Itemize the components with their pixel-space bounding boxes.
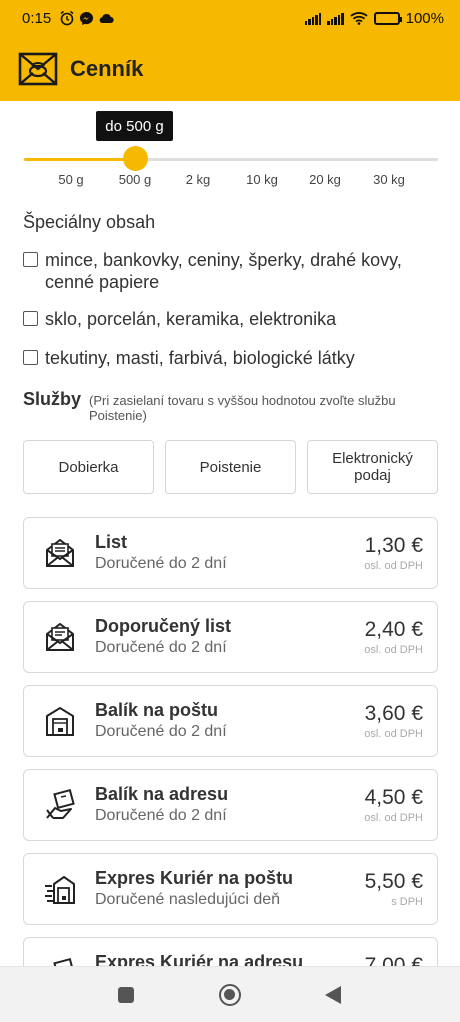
service-name: Balík na poštu bbox=[95, 700, 219, 720]
price-value: 1,30 € bbox=[364, 534, 423, 557]
vat-note: osl. od DPH bbox=[364, 812, 423, 824]
price-value: 5,50 € bbox=[364, 870, 423, 893]
vat-note: osl. od DPH bbox=[364, 728, 423, 740]
special-content-option[interactable]: tekutiny, masti, farbivá, biologické lát… bbox=[23, 347, 443, 369]
alarm-icon bbox=[60, 10, 74, 26]
special-content-option[interactable]: mince, bankovky, ceniny, šperky, drahé k… bbox=[23, 249, 443, 293]
status-system-icons: 100% bbox=[304, 9, 444, 27]
special-content-title: Špeciálny obsah bbox=[23, 212, 156, 232]
price-value: 3,60 € bbox=[364, 702, 423, 725]
battery-icon bbox=[373, 11, 402, 25]
slider-thumb[interactable] bbox=[123, 146, 148, 171]
vat-note: osl. od DPH bbox=[364, 560, 423, 572]
app-header: Cenník bbox=[0, 36, 460, 101]
battery-text: 100% bbox=[405, 9, 444, 27]
special-content-option[interactable]: sklo, porcelán, keramika, elektronika bbox=[23, 308, 443, 330]
price-card-registered-letter[interactable]: Doporučený list Doručené do 2 dní 2,40 €… bbox=[23, 601, 438, 673]
wifi-icon bbox=[350, 12, 368, 25]
slider-ticks: 50 g 500 g 2 kg 10 kg 20 kg 30 kg bbox=[0, 172, 460, 192]
page-title: Cenník bbox=[70, 55, 144, 81]
slider-tick-label[interactable]: 2 kg bbox=[186, 172, 211, 187]
weight-slider[interactable]: do 500 g 50 g 500 g 2 kg 10 kg 20 kg 30 kg bbox=[0, 108, 460, 198]
service-name: List bbox=[95, 532, 128, 552]
recents-icon[interactable] bbox=[118, 987, 134, 1003]
delivery-time: Doručené do 2 dní bbox=[95, 639, 227, 656]
services-buttons: Dobierka Poistenie Elektronický podaj bbox=[23, 440, 438, 494]
delivery-time: Doručené do 2 dní bbox=[95, 555, 227, 572]
insurance-button[interactable]: Poistenie bbox=[165, 440, 296, 494]
slider-track[interactable] bbox=[24, 158, 438, 161]
signal-2-icon bbox=[327, 12, 344, 25]
system-navigation-bar bbox=[0, 966, 460, 1022]
checkbox[interactable] bbox=[23, 350, 38, 365]
warehouse-icon bbox=[46, 706, 74, 736]
status-time: 0:15 bbox=[22, 9, 52, 27]
delivery-time: Doručené do 2 dní bbox=[95, 723, 227, 740]
delivery-time: Doručené do 2 dní bbox=[95, 807, 227, 824]
slovak-post-logo-icon[interactable] bbox=[18, 51, 58, 87]
express-warehouse-icon bbox=[45, 875, 75, 904]
checkbox[interactable] bbox=[23, 252, 38, 267]
slider-fill bbox=[24, 158, 135, 161]
checkbox-label: tekutiny, masti, farbivá, biologické lát… bbox=[45, 348, 355, 368]
cash-on-delivery-button[interactable]: Dobierka bbox=[23, 440, 154, 494]
status-notification-icons bbox=[59, 10, 114, 26]
status-bar: 0:15 100% bbox=[0, 0, 460, 36]
services-note: (Pri zasielaní tovaru s vyššou hodnotou … bbox=[89, 393, 396, 423]
price-card-parcel-to-address[interactable]: Balík na adresu Doručené do 2 dní 4,50 €… bbox=[23, 769, 438, 841]
messenger-icon bbox=[80, 11, 94, 25]
home-icon[interactable] bbox=[219, 984, 241, 1006]
slider-value-tooltip: do 500 g bbox=[96, 111, 173, 141]
services-title: Služby bbox=[23, 389, 82, 409]
checkbox-label: sklo, porcelán, keramika, elektronika bbox=[45, 309, 337, 329]
service-name: Balík na adresu bbox=[95, 784, 229, 804]
price-card-parcel-to-post[interactable]: Balík na poštu Doručené do 2 dní 3,60 € … bbox=[23, 685, 438, 757]
slider-tick-label[interactable]: 20 kg bbox=[309, 172, 341, 187]
slider-tick-label[interactable]: 500 g bbox=[119, 172, 152, 187]
vat-note: s DPH bbox=[391, 896, 423, 908]
service-name: Doporučený list bbox=[95, 616, 232, 636]
envelope-icon bbox=[46, 538, 74, 567]
price-value: 2,40 € bbox=[364, 618, 423, 641]
cloud-icon bbox=[99, 13, 114, 24]
price-card-list[interactable]: List Doručené do 2 dní 1,30 € osl. od DP… bbox=[23, 517, 438, 589]
delivery-time: Doručené nasledujúci deň bbox=[95, 891, 281, 908]
price-value: 4,50 € bbox=[364, 786, 423, 809]
checkbox-label: mince, bankovky, ceniny, šperky, drahé k… bbox=[45, 250, 402, 292]
slider-tick-label[interactable]: 30 kg bbox=[373, 172, 405, 187]
registered-envelope-icon bbox=[46, 622, 74, 651]
services-header: Služby (Pri zasielaní tovaru s vyššou ho… bbox=[23, 388, 443, 423]
checkbox[interactable] bbox=[23, 311, 38, 326]
price-card-express-to-post[interactable]: Expres Kuriér na poštu Doručené nasleduj… bbox=[23, 853, 438, 925]
electronic-submission-button[interactable]: Elektronický podaj bbox=[307, 440, 438, 494]
signal-icon bbox=[304, 12, 322, 25]
slider-tick-label[interactable]: 50 g bbox=[58, 172, 83, 187]
vat-note: osl. od DPH bbox=[364, 644, 423, 656]
parcel-hand-icon bbox=[46, 788, 75, 819]
service-name: Expres Kuriér na poštu bbox=[95, 868, 294, 888]
back-icon[interactable] bbox=[325, 986, 341, 1004]
slider-tick-label[interactable]: 10 kg bbox=[246, 172, 278, 187]
